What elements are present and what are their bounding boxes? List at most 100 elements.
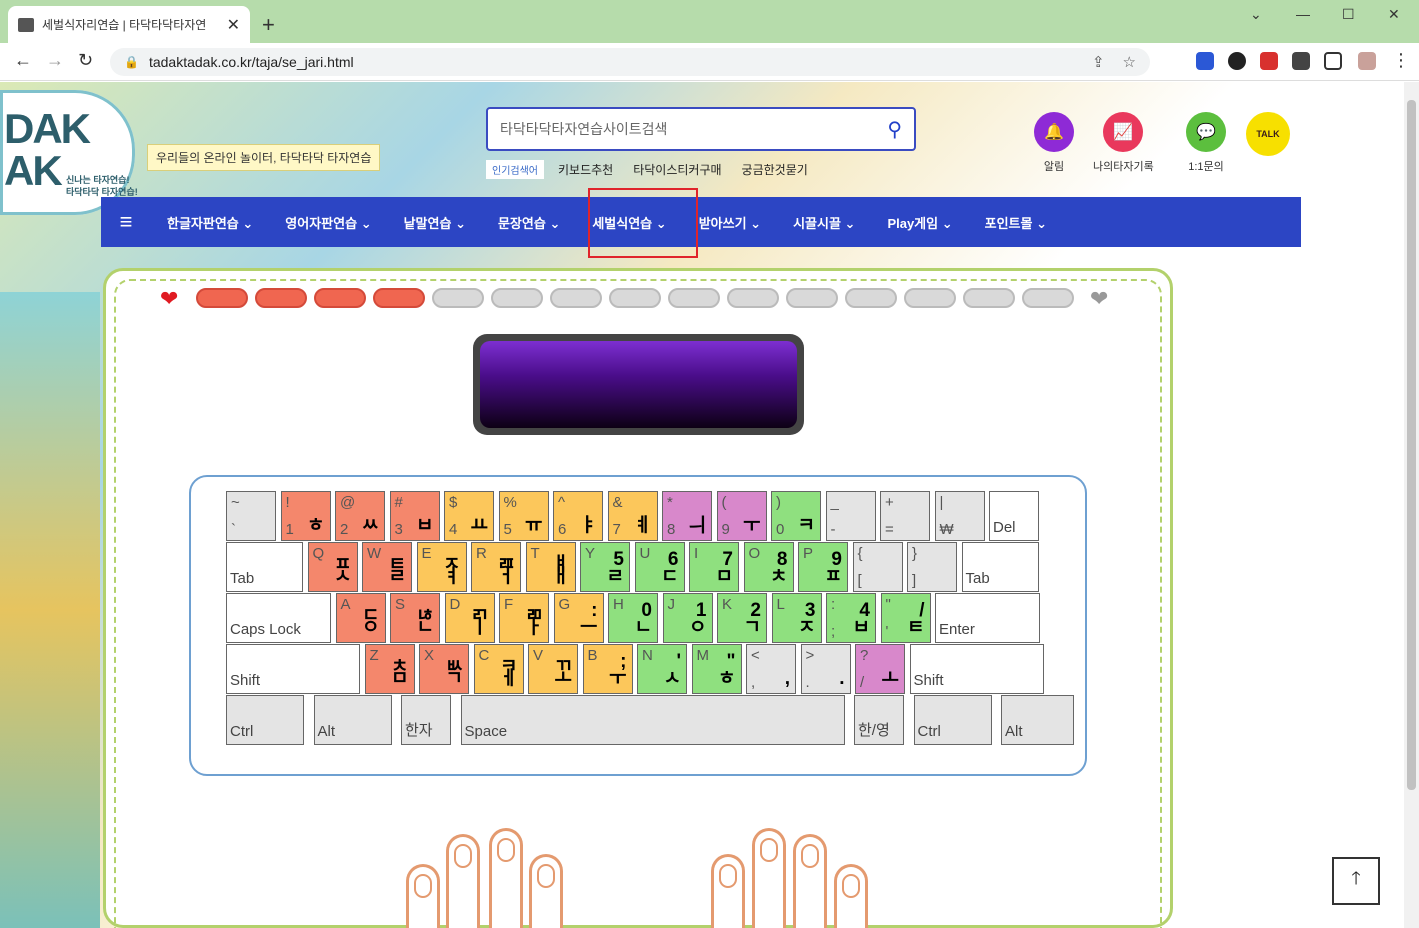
fingernail xyxy=(454,844,472,868)
maximize-button[interactable]: ☐ xyxy=(1342,6,1355,23)
popular-keywords: 인기검색어 키보드추천 타닥이스티커구매 궁금한것묻기 xyxy=(486,160,828,179)
key-shift-label: P xyxy=(803,545,814,562)
nav-item-word[interactable]: 낱말연습 ⌄ xyxy=(388,213,482,232)
nav-item-sentence[interactable]: 문장연습 ⌄ xyxy=(482,213,576,232)
chart-icon: 📈 xyxy=(1103,112,1144,152)
key-alt: Alt xyxy=(1001,695,1074,745)
key-label: Alt xyxy=(317,723,336,740)
key-shift-label: G xyxy=(558,596,571,613)
extension-v-icon[interactable] xyxy=(1196,52,1214,70)
key-shift-label: @ xyxy=(340,494,356,511)
key-base-label: ] xyxy=(912,572,917,589)
forward-arrow-icon[interactable]: → xyxy=(46,50,64,71)
reload-icon[interactable]: ↻ xyxy=(78,50,93,71)
key: & 7 ㅖ xyxy=(607,491,658,541)
key-caps-lock: Caps Lock xyxy=(226,593,331,643)
key: {[ xyxy=(852,542,903,592)
side-panel-icon[interactable] xyxy=(1324,52,1342,70)
extensions-puzzle-icon[interactable] xyxy=(1292,52,1310,70)
page-scrollbar[interactable] xyxy=(1404,82,1419,928)
life-pill-empty xyxy=(727,288,779,308)
key-shift-label: ? xyxy=(860,647,869,664)
key-k2-label: ㅣ xyxy=(471,617,489,638)
inquiry-button[interactable]: 💬 1:1문의 xyxy=(1186,112,1226,174)
key-label: Shift xyxy=(230,672,261,689)
profile-avatar[interactable] xyxy=(1358,52,1376,70)
key-k2-label: ㅆ xyxy=(361,515,379,536)
nav-item-hangul[interactable]: 한글자판연습 ⌄ xyxy=(151,213,269,232)
search-placeholder: 타닥타닥타자연습사이트검색 xyxy=(500,121,668,137)
finger xyxy=(793,834,827,928)
browser-menu-icon[interactable]: ⋮ xyxy=(1392,50,1410,71)
key-k2-label: ㅋ xyxy=(797,515,815,536)
life-pill-empty xyxy=(845,288,897,308)
popular-keyword[interactable]: 타닥이스티커구매 xyxy=(633,161,721,178)
new-tab-button[interactable]: + xyxy=(262,12,275,38)
heart-full-icon: ❤ xyxy=(160,286,179,311)
close-window-button[interactable]: ✕ xyxy=(1388,6,1400,23)
key-base-label: 4 xyxy=(449,521,458,538)
left-illustration xyxy=(0,292,100,928)
key-base-label: . xyxy=(805,674,810,691)
tab-close-icon[interactable]: ✕ xyxy=(227,15,240,35)
address-bar[interactable]: 🔒 tadaktadak.co.kr/taja/se_jari.html ⇪ ☆ xyxy=(110,48,1150,76)
key: :; 4 ㅂ xyxy=(826,593,876,643)
key-ctrl: Ctrl xyxy=(913,695,992,745)
key-base-label: - xyxy=(830,521,836,538)
key-label: Del xyxy=(993,519,1016,536)
share-icon[interactable]: ⇪ xyxy=(1092,53,1105,71)
site-search-input[interactable]: 타닥타닥타자연습사이트검색 ⚲ xyxy=(486,107,916,151)
minimize-button[interactable]: — xyxy=(1296,6,1310,22)
tab-search-icon[interactable]: ⌄ xyxy=(1250,6,1262,23)
life-pill-filled xyxy=(373,288,425,308)
chat-icon: 💬 xyxy=(1186,112,1226,152)
hamburger-menu-icon[interactable]: ≡ xyxy=(101,209,151,235)
nav-item-community[interactable]: 시끌시끌 ⌄ xyxy=(777,213,871,232)
key-k2-label: ㅅ xyxy=(663,668,681,689)
key-shift-label: " xyxy=(885,596,891,613)
key: P9ㅍ xyxy=(798,542,848,592)
key: >.. xyxy=(800,644,851,694)
key-k2-label: . xyxy=(839,668,845,689)
bookmark-star-icon[interactable]: ☆ xyxy=(1123,53,1136,71)
key-shift-label: I xyxy=(694,545,699,562)
key-k2-label: ㄹ xyxy=(388,566,406,587)
key: | ₩ xyxy=(934,491,985,541)
extension-s-icon[interactable] xyxy=(1260,52,1278,70)
key: Cㅋㅔ xyxy=(473,644,524,694)
popular-keyword[interactable]: 궁금한것묻기 xyxy=(742,161,808,178)
key-shift-label: B xyxy=(587,647,598,664)
key-shift-label: C xyxy=(478,647,490,664)
popular-label: 인기검색어 xyxy=(486,160,544,179)
extension-dark-icon[interactable] xyxy=(1228,52,1246,70)
kakao-talk-button[interactable]: TALK xyxy=(1246,112,1290,162)
key-base-label: ; xyxy=(831,623,836,640)
nav-item-english[interactable]: 영어자판연습 ⌄ xyxy=(269,213,387,232)
notification-button[interactable]: 🔔 알림 xyxy=(1034,112,1074,174)
nav-item-game[interactable]: Play게임 ⌄ xyxy=(871,213,968,232)
key-base-label: ₩ xyxy=(939,521,954,538)
key: I7ㅁ xyxy=(689,542,739,592)
key: #3 ㅂ xyxy=(389,491,440,541)
finger xyxy=(711,854,745,928)
key-k2-label: ㅗ xyxy=(881,668,899,689)
popular-keyword[interactable]: 키보드추천 xyxy=(558,161,613,178)
key-k2-label: ㅈ xyxy=(798,617,816,638)
key-label: Alt xyxy=(1005,723,1023,740)
key: Zㅊㅁ xyxy=(364,644,415,694)
finger xyxy=(834,864,868,928)
search-icon[interactable]: ⚲ xyxy=(887,117,902,142)
scrollbar-thumb[interactable] xyxy=(1407,100,1416,790)
highlight-box xyxy=(588,188,698,258)
key-shift-label: % xyxy=(503,494,517,511)
back-arrow-icon[interactable]: ← xyxy=(14,50,32,71)
my-record-button[interactable]: 📈 나의타자기록 xyxy=(1093,112,1154,174)
key-shift-label: E xyxy=(421,545,432,562)
key-space: Space xyxy=(460,695,845,745)
key-base-label: 7 xyxy=(612,521,621,538)
address-bar-row: ← → ↻ 🔒 tadaktadak.co.kr/taja/se_jari.ht… xyxy=(0,43,1419,81)
nav-item-pointmall[interactable]: 포인트몰 ⌄ xyxy=(969,213,1063,232)
typing-display xyxy=(473,334,804,435)
back-to-top-button[interactable]: 🡑 xyxy=(1332,857,1380,905)
browser-tab[interactable]: 세벌식자리연습 | 타닥타닥타자연 ✕ xyxy=(8,6,250,43)
